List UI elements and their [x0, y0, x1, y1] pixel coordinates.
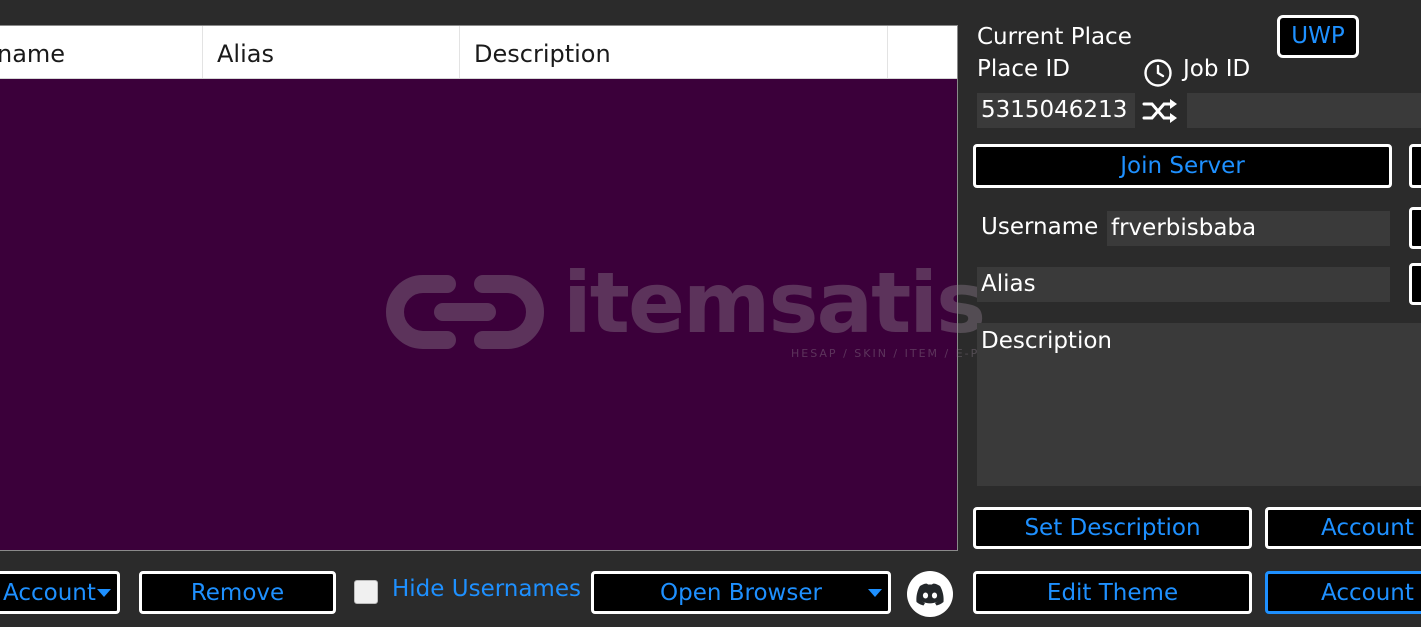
username-input[interactable]: frverbisbaba	[1107, 211, 1390, 246]
column-header-filler	[888, 26, 957, 78]
chevron-down-icon	[868, 588, 882, 597]
open-browser-button[interactable]: Open Browser	[591, 571, 891, 614]
account-control-button[interactable]: Account C	[1265, 571, 1421, 614]
hide-usernames-label[interactable]: Hide Usernames	[392, 576, 581, 602]
right-side-button-3[interactable]	[1409, 263, 1421, 305]
open-browser-label: Open Browser	[660, 580, 822, 606]
remove-button[interactable]: Remove	[139, 571, 336, 614]
add-account-button[interactable]: Account	[0, 571, 120, 614]
uwp-button[interactable]: UWP	[1277, 15, 1359, 58]
job-id-input[interactable]	[1187, 93, 1421, 128]
place-id-label: Place ID	[977, 56, 1070, 82]
hide-usernames-checkbox[interactable]	[354, 580, 378, 604]
account-utilities-button[interactable]: Account U	[1265, 507, 1421, 549]
alias-input[interactable]: Alias	[977, 267, 1390, 302]
column-header-alias[interactable]: Alias	[203, 26, 460, 78]
shuffle-icon[interactable]	[1142, 96, 1178, 130]
right-side-button-2[interactable]	[1409, 207, 1421, 249]
job-id-label: Job ID	[1183, 56, 1251, 82]
clock-icon	[1143, 58, 1173, 92]
current-place-label: Current Place	[977, 24, 1132, 50]
chevron-down-icon	[97, 588, 111, 597]
column-header-description[interactable]: Description	[460, 26, 888, 78]
add-account-label: Account	[3, 580, 96, 606]
column-header-username[interactable]: name	[0, 26, 203, 78]
account-list[interactable]: name Alias Description	[0, 25, 958, 551]
right-side-button-1[interactable]	[1409, 144, 1421, 188]
place-id-input[interactable]: 5315046213	[977, 93, 1135, 128]
list-header: name Alias Description	[0, 26, 957, 79]
set-description-button[interactable]: Set Description	[973, 507, 1252, 549]
edit-theme-button[interactable]: Edit Theme	[973, 571, 1252, 614]
discord-icon[interactable]	[907, 571, 953, 617]
username-label: Username	[981, 214, 1099, 240]
join-server-button[interactable]: Join Server	[973, 144, 1392, 188]
description-textarea[interactable]: Description	[977, 323, 1421, 486]
